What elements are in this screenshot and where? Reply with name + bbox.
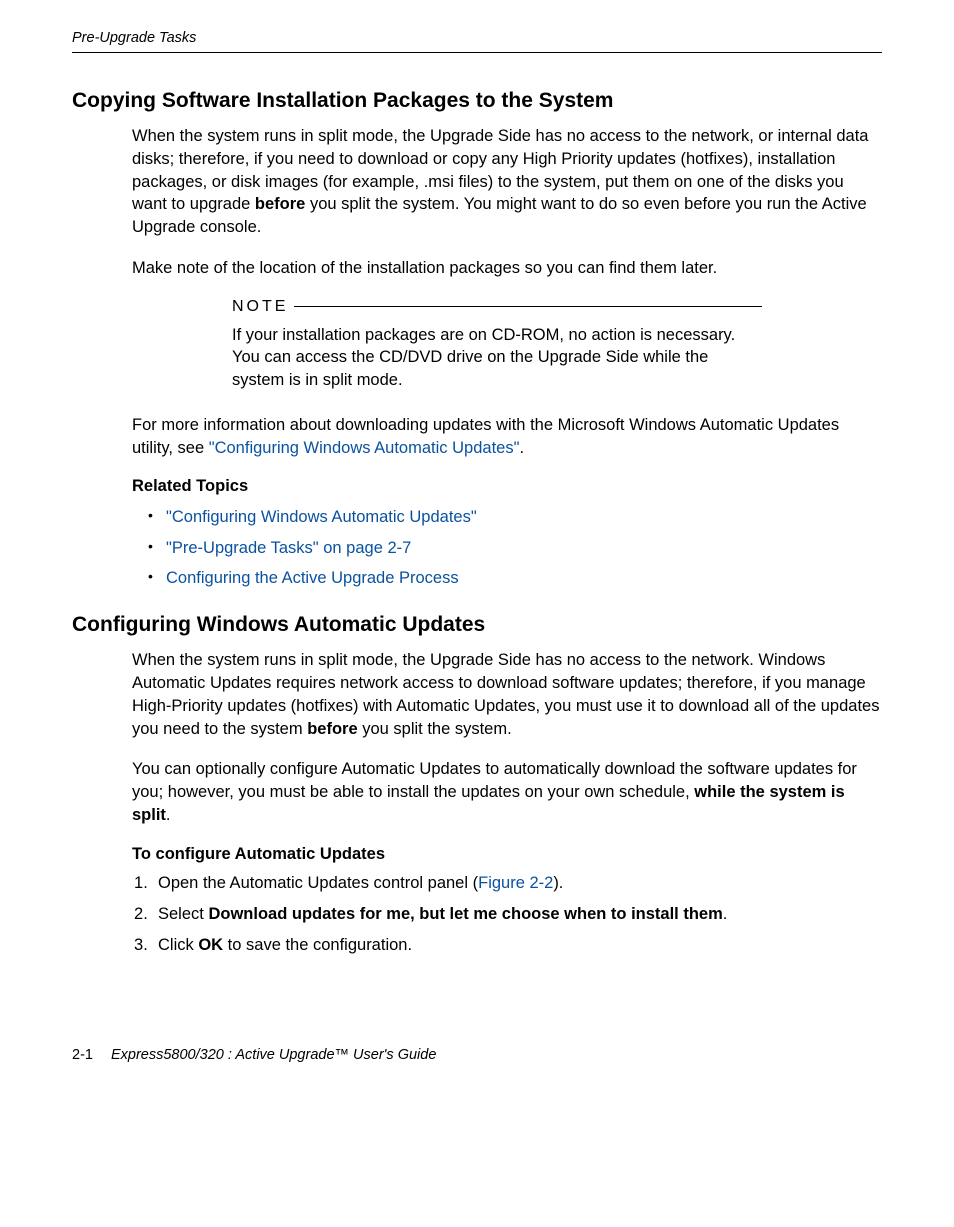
link-related-3[interactable]: Configuring the Active Upgrade Process (166, 569, 459, 587)
link-configuring-wau[interactable]: "Configuring Windows Automatic Updates" (209, 439, 520, 457)
paragraph: For more information about downloading u… (132, 414, 882, 460)
section2-body: When the system runs in split mode, the … (132, 649, 882, 957)
text-run: to save the configuration. (223, 936, 412, 954)
related-topics-heading: Related Topics (132, 477, 882, 496)
list-item: "Pre-Upgrade Tasks" on page 2-7 (132, 537, 882, 559)
link-related-2[interactable]: "Pre-Upgrade Tasks" on page 2-7 (166, 539, 411, 557)
section1-body: When the system runs in split mode, the … (132, 125, 882, 589)
text-run: . (723, 905, 728, 923)
text-run: . (166, 806, 171, 824)
text-run: . (519, 439, 524, 457)
note-label-row: NOTE (232, 298, 762, 316)
step-2: Select Download updates for me, but let … (132, 903, 882, 926)
link-figure-2-2[interactable]: Figure 2-2 (478, 874, 553, 892)
emphasis-ok: OK (198, 936, 223, 954)
emphasis-before: before (307, 720, 357, 738)
page: Pre-Upgrade Tasks Copying Software Insta… (0, 0, 954, 1103)
list-item: "Configuring Windows Automatic Updates" (132, 506, 882, 528)
text-run: you split the system. (358, 720, 512, 738)
paragraph: You can optionally configure Automatic U… (132, 758, 882, 826)
running-header: Pre-Upgrade Tasks (72, 30, 882, 53)
text-run: Select (158, 905, 208, 923)
procedure-heading: To configure Automatic Updates (132, 845, 882, 864)
page-footer: 2-1 Express5800/320 : Active Upgrade™ Use… (72, 1047, 882, 1063)
note-block: NOTE If your installation packages are o… (232, 298, 762, 392)
step-1: Open the Automatic Updates control panel… (132, 872, 882, 895)
emphasis-download-option: Download updates for me, but let me choo… (208, 905, 722, 923)
note-label: NOTE (232, 298, 288, 316)
note-rule (294, 306, 762, 307)
text-run: Click (158, 936, 198, 954)
list-item: Configuring the Active Upgrade Process (132, 567, 882, 589)
text-run: ). (553, 874, 563, 892)
emphasis-before: before (255, 195, 305, 213)
paragraph: When the system runs in split mode, the … (132, 649, 882, 740)
step-3: Click OK to save the configuration. (132, 934, 882, 957)
note-text: If your installation packages are on CD-… (232, 324, 762, 392)
footer-title: Express5800/320 : Active Upgrade™ User's… (111, 1047, 436, 1063)
paragraph: When the system runs in split mode, the … (132, 125, 882, 239)
section-heading-copying: Copying Software Installation Packages t… (72, 89, 882, 113)
section-heading-configuring: Configuring Windows Automatic Updates (72, 613, 882, 637)
procedure-steps: Open the Automatic Updates control panel… (132, 872, 882, 957)
text-run: Open the Automatic Updates control panel… (158, 874, 478, 892)
link-related-1[interactable]: "Configuring Windows Automatic Updates" (166, 508, 477, 526)
page-number: 2-1 (72, 1047, 93, 1063)
paragraph: Make note of the location of the install… (132, 257, 882, 280)
related-topics-list: "Configuring Windows Automatic Updates" … (132, 506, 882, 589)
